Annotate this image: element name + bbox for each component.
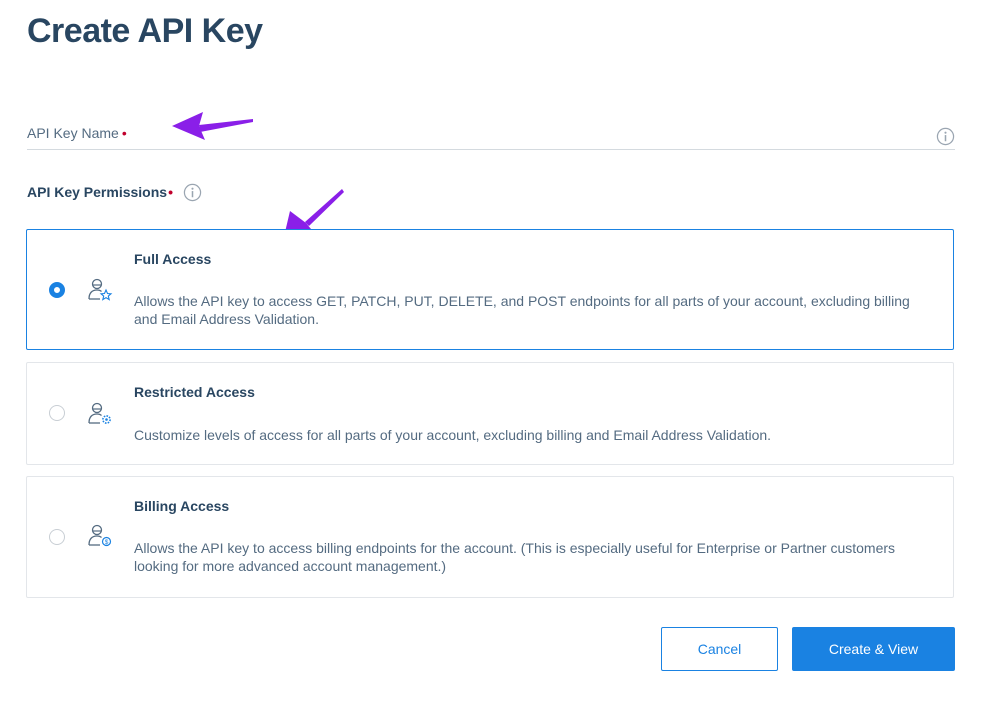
option-title: Full Access xyxy=(134,251,212,267)
permissions-label: API Key Permissions• xyxy=(27,184,173,200)
option-description: Allows the API key to access billing end… xyxy=(134,540,896,574)
option-title: Restricted Access xyxy=(134,384,255,400)
required-indicator: • xyxy=(121,125,127,141)
api-key-name-field[interactable]: API Key Name • xyxy=(27,118,955,150)
create-and-view-button[interactable]: Create & View xyxy=(792,627,955,671)
api-key-name-label: API Key Name • xyxy=(27,125,127,141)
user-gear-icon xyxy=(88,402,111,424)
permission-option-restricted-access[interactable]: Restricted Access Customize levels of ac… xyxy=(26,362,954,465)
option-title: Billing Access xyxy=(134,498,230,514)
permission-option-billing-access[interactable]: $ Billing Access Allows the API key to a… xyxy=(26,476,954,598)
permission-option-full-access[interactable]: Full Access Allows the API key to access… xyxy=(26,229,954,350)
svg-text:$: $ xyxy=(105,539,109,546)
cancel-button[interactable]: Cancel xyxy=(661,627,778,671)
user-star-icon xyxy=(88,278,113,301)
page-title: Create API Key xyxy=(27,12,263,50)
info-icon[interactable] xyxy=(936,127,955,146)
option-description: Allows the API key to access GET, PATCH,… xyxy=(134,293,910,327)
user-dollar-icon: $ xyxy=(88,524,112,547)
radio-restricted-access[interactable] xyxy=(49,405,65,421)
info-icon[interactable] xyxy=(183,183,202,202)
required-indicator: • xyxy=(168,184,173,200)
radio-billing-access[interactable] xyxy=(49,529,65,545)
radio-full-access[interactable] xyxy=(49,282,65,298)
option-description: Customize levels of access for all parts… xyxy=(134,427,772,443)
